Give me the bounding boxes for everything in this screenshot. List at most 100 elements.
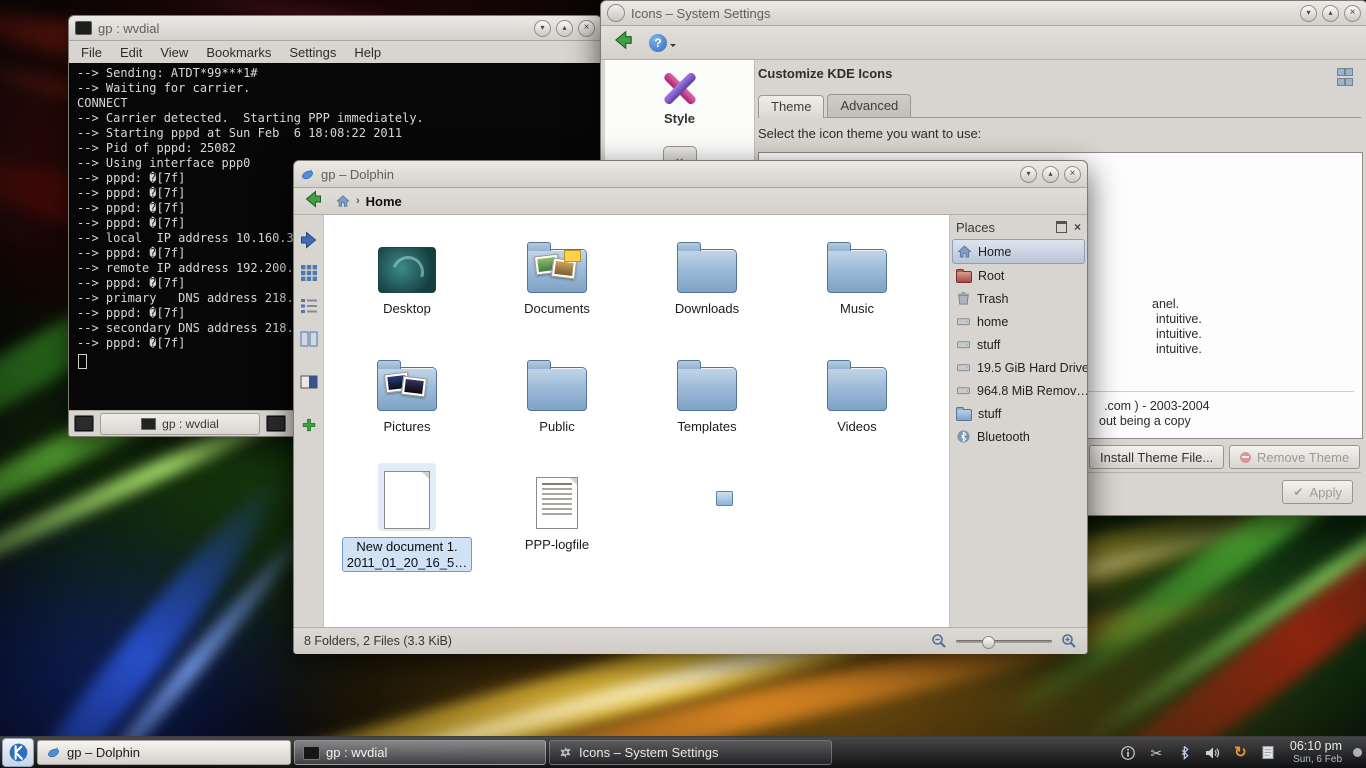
file-item-documents[interactable]: Documents: [482, 221, 632, 339]
plus-icon: [301, 417, 317, 433]
module-item-style[interactable]: Style: [605, 60, 754, 126]
terminal-titlebar[interactable]: gp : wvdial: [69, 16, 601, 41]
places-item-stuff-folder[interactable]: stuff: [950, 402, 1087, 425]
details-view-button[interactable]: [298, 295, 320, 317]
terminal-tab[interactable]: gp : wvdial: [100, 413, 260, 435]
file-item-ppp-logfile[interactable]: PPP-logfile: [482, 457, 632, 591]
terminal-cursor: [78, 354, 87, 369]
document-tray-icon[interactable]: [1260, 744, 1277, 761]
close-button[interactable]: [1344, 5, 1361, 22]
tab-advanced[interactable]: Advanced: [827, 94, 911, 117]
maximize-button[interactable]: [1042, 166, 1059, 183]
klipper-icon[interactable]: [1148, 744, 1165, 761]
theme-description-fragment: anel.: [1152, 297, 1179, 311]
maximize-button[interactable]: [1322, 5, 1339, 22]
file-item-public[interactable]: Public: [482, 339, 632, 457]
menu-bookmarks[interactable]: Bookmarks: [206, 45, 271, 60]
places-item-bluetooth[interactable]: Bluetooth: [950, 425, 1087, 448]
kde-menu-button[interactable]: [2, 738, 34, 767]
folder-icon: [677, 367, 737, 411]
file-item-desktop[interactable]: Desktop: [332, 221, 482, 339]
settings-titlebar[interactable]: Icons – System Settings: [601, 1, 1366, 26]
task-dolphin[interactable]: gp – Dolphin: [37, 740, 291, 765]
minimize-button[interactable]: [1300, 5, 1317, 22]
dolphin-statusbar: 8 Folders, 2 Files (3.3 KiB): [294, 627, 1087, 654]
places-item-home-partition[interactable]: home: [950, 310, 1087, 333]
menu-file[interactable]: File: [81, 45, 102, 60]
slider-groove[interactable]: [956, 640, 1052, 643]
dolphin-title: gp – Dolphin: [321, 167, 394, 182]
add-button[interactable]: [298, 414, 320, 436]
module-label: Style: [664, 111, 695, 126]
zoom-in-icon[interactable]: [1061, 633, 1077, 649]
places-item-trash[interactable]: Trash: [950, 287, 1087, 310]
minimize-button[interactable]: [534, 20, 551, 37]
apply-button[interactable]: Apply: [1282, 480, 1353, 504]
home-icon[interactable]: [336, 194, 350, 208]
maximize-button[interactable]: [556, 20, 573, 37]
breadcrumb-home[interactable]: Home: [366, 194, 402, 209]
back-button[interactable]: [302, 188, 324, 215]
chevron-icon: [356, 195, 360, 207]
back-arrow-icon: [302, 188, 324, 210]
slider-handle[interactable]: [982, 636, 995, 649]
file-item-downloads[interactable]: Downloads: [632, 221, 782, 339]
zoom-out-icon[interactable]: [931, 633, 947, 649]
file-item-videos[interactable]: Videos: [782, 339, 932, 457]
close-panel-icon[interactable]: [1074, 221, 1081, 233]
close-button[interactable]: [578, 20, 595, 37]
volume-icon[interactable]: [1204, 744, 1221, 761]
panel-clock[interactable]: 06:10 pm Sun, 6 Feb: [1290, 739, 1342, 766]
help-button[interactable]: [649, 34, 667, 52]
places-item-removable[interactable]: 964.8 MiB Remov…: [950, 379, 1087, 402]
file-item-pictures[interactable]: Pictures: [332, 339, 482, 457]
places-item-home[interactable]: Home: [952, 239, 1085, 264]
places-item-stuff-partition[interactable]: stuff: [950, 333, 1087, 356]
clock-time: 06:10 pm: [1290, 739, 1342, 754]
places-item-hard-drive[interactable]: 19.5 GiB Hard Drive: [950, 356, 1087, 379]
menu-help[interactable]: Help: [354, 45, 381, 60]
icons-view-icon: [300, 264, 318, 282]
tab-label: gp : wvdial: [162, 417, 219, 431]
removable-drive-icon: [956, 383, 971, 398]
new-tab-icon[interactable]: [74, 415, 94, 432]
menu-settings[interactable]: Settings: [289, 45, 336, 60]
icons-view-button[interactable]: [298, 262, 320, 284]
notifications-icon[interactable]: [1120, 744, 1137, 761]
zoom-slider[interactable]: [956, 635, 1052, 648]
columns-view-button[interactable]: [298, 328, 320, 350]
terminal-title: gp : wvdial: [98, 21, 159, 36]
remove-theme-button[interactable]: Remove Theme: [1229, 445, 1360, 469]
file-item-music[interactable]: Music: [782, 221, 932, 339]
theme-description-fragment: intuitive.: [1156, 327, 1202, 341]
menu-edit[interactable]: Edit: [120, 45, 142, 60]
close-button[interactable]: [1064, 166, 1081, 183]
overview-icon[interactable]: [1337, 68, 1351, 86]
bluetooth-tray-icon[interactable]: [1176, 744, 1193, 761]
split-view-button[interactable]: [298, 371, 320, 393]
hard-drive-icon: [956, 314, 971, 329]
install-theme-button[interactable]: Install Theme File...: [1089, 445, 1224, 469]
float-panel-icon[interactable]: [1056, 221, 1067, 233]
dolphin-titlebar[interactable]: gp – Dolphin: [294, 161, 1087, 188]
tab-theme[interactable]: Theme: [758, 95, 824, 118]
update-notifier-icon[interactable]: [1232, 744, 1249, 761]
settings-title: Icons – System Settings: [631, 6, 770, 21]
panel-cashew[interactable]: [1351, 739, 1364, 767]
forward-button[interactable]: [298, 229, 320, 251]
window-menu-button[interactable]: [607, 4, 625, 22]
file-item-templates[interactable]: Templates: [632, 339, 782, 457]
task-wvdial[interactable]: gp : wvdial: [294, 740, 546, 765]
dolphin-icon: [300, 168, 315, 181]
places-item-root[interactable]: Root: [950, 264, 1087, 287]
dolphin-side-toolbar: [294, 215, 324, 627]
minimize-button[interactable]: [1020, 166, 1037, 183]
back-button[interactable]: [611, 28, 635, 57]
instruction-text: Select the icon theme you want to use:: [758, 126, 981, 141]
task-system-settings[interactable]: Icons – System Settings: [549, 740, 832, 765]
system-tray: [1120, 744, 1277, 761]
menu-view[interactable]: View: [160, 45, 188, 60]
folder-view[interactable]: Desktop Documents Downloads: [324, 215, 950, 627]
file-item-new-document[interactable]: New document 1. 2011_01_20_16_5…: [332, 457, 482, 591]
tab-list-icon[interactable]: [266, 415, 286, 432]
